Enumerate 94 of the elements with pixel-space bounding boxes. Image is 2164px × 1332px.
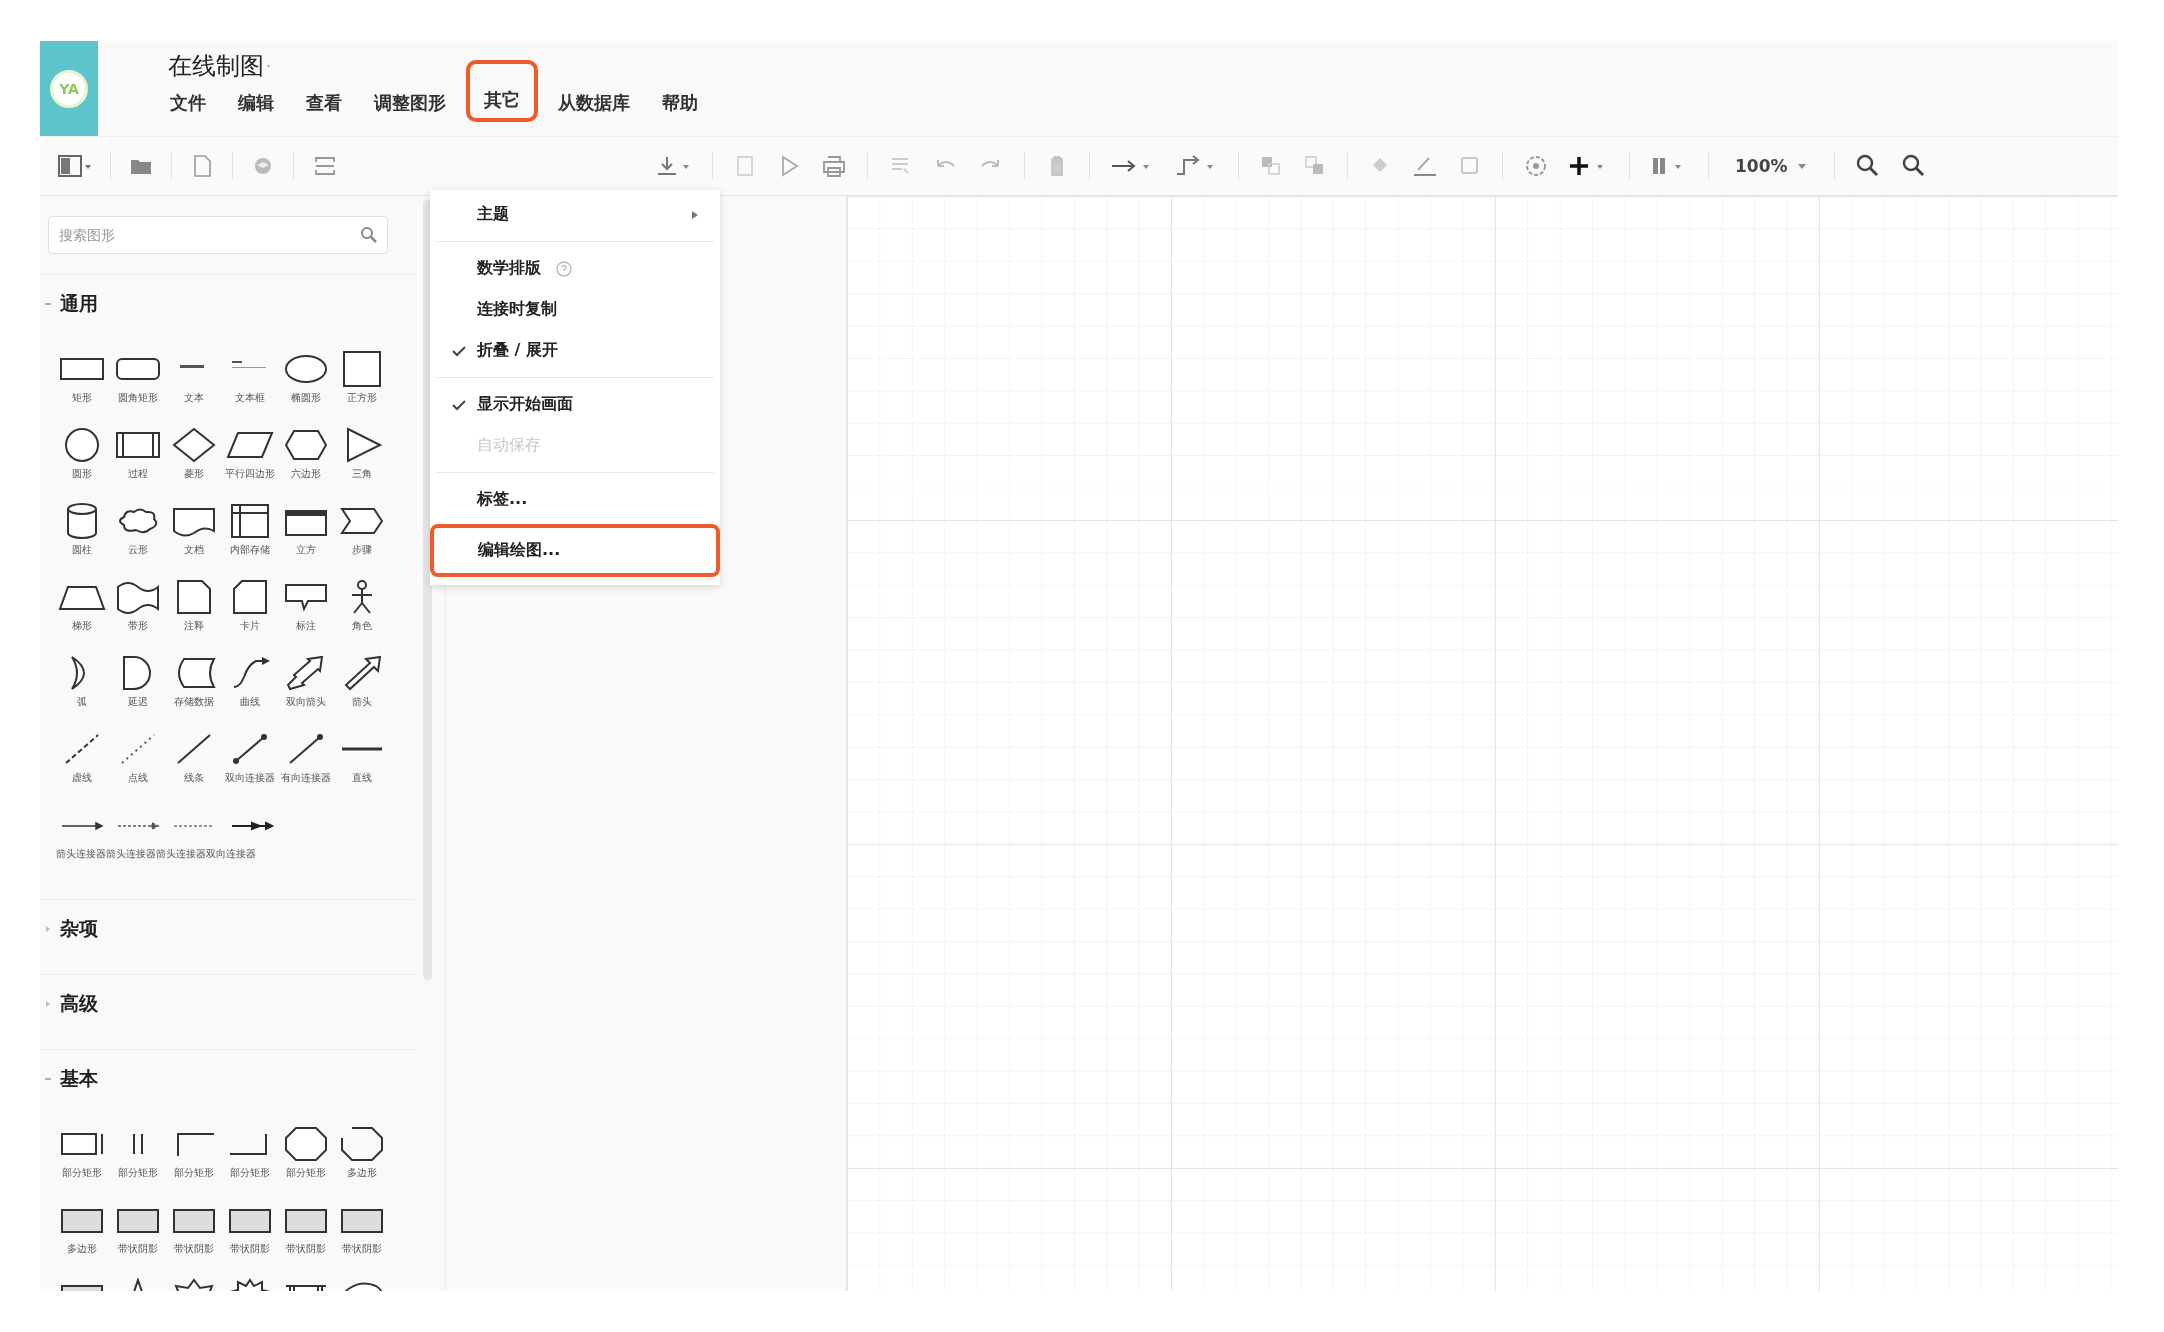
shape-label: 线条 [184, 771, 204, 785]
gear-icon[interactable] [1523, 153, 1549, 179]
menu-option[interactable]: 主题 [430, 194, 720, 235]
shape-label: 弧 [77, 695, 87, 709]
shape-label: 多边形 [347, 1166, 377, 1180]
shape-thumbnail[interactable] [114, 579, 162, 615]
shape-label: 注释 [184, 619, 204, 633]
section-header[interactable]: 基本 [40, 1050, 102, 1104]
shape-label: 带状阴影 [230, 1242, 270, 1256]
shape-thumbnail[interactable] [282, 427, 330, 463]
shape-label: 带状阴影 [342, 1242, 382, 1256]
expand-icon [44, 1000, 52, 1008]
shape-label: 文档 [184, 543, 204, 557]
search-field[interactable]: 搜索图形 [48, 216, 388, 254]
shape-label: 箭头 [352, 695, 372, 709]
shape-label: 文本框 [235, 391, 265, 405]
shape-label: 存储数据 [174, 695, 214, 709]
menu-item[interactable]: 从数据库 [546, 81, 642, 125]
shape-label: 云形 [128, 543, 148, 557]
menu-option[interactable]: 连接时复制 [430, 289, 720, 330]
fit-page-icon[interactable] [312, 154, 338, 178]
shape-label: 带状阴影 [286, 1242, 326, 1256]
download-icon[interactable] [656, 154, 692, 178]
check-icon [451, 398, 467, 411]
menu-option[interactable]: 数学排版 [430, 248, 720, 289]
shape-label: 角色 [352, 619, 372, 633]
shape-label: 点线 [128, 771, 148, 785]
section-header[interactable]: 杂项 [40, 900, 102, 954]
scrollbar[interactable] [423, 200, 432, 980]
shape-thumbnail[interactable] [282, 1126, 330, 1162]
shape-label: 箭头连接器箭头连接器箭头连接器双向连接器 [56, 847, 257, 861]
logo-text: YA [50, 69, 88, 108]
zoom-out-icon[interactable] [1900, 153, 1927, 179]
submenu-arrow-icon [691, 209, 699, 220]
shape-label: 圆形 [72, 467, 92, 481]
menu-item[interactable]: 编辑 [226, 81, 286, 125]
collapse-icon [44, 1075, 52, 1083]
shape-label: 部分矩形 [286, 1166, 326, 1180]
shape-label: 正方形 [347, 391, 377, 405]
shape-label: 矩形 [72, 391, 92, 405]
menu-item[interactable]: 调整图形 [362, 81, 458, 125]
shape-label: 双向箭头 [286, 695, 326, 709]
panel-toggle-icon[interactable] [58, 153, 92, 179]
shape-label: 部分矩形 [62, 1166, 102, 1180]
expand-icon [44, 925, 52, 933]
menu-item[interactable]: 文件 [158, 81, 218, 125]
shape-label: 平行四边形 [225, 467, 275, 481]
shape-label: 多边形 [67, 1242, 97, 1256]
shape-label: 六边形 [291, 467, 321, 481]
menu-item[interactable]: 查看 [294, 81, 354, 125]
shape-thumbnail[interactable] [338, 1126, 386, 1162]
menu-item[interactable]: 帮助 [650, 81, 710, 125]
menu-option[interactable]: 显示开始画面 [430, 384, 720, 425]
shape-label: 梯形 [72, 619, 92, 633]
shape-label: 文本 [184, 391, 204, 405]
shape-label: 三角 [352, 467, 372, 481]
zoom-dropdown[interactable]: 100% [1729, 152, 1814, 180]
shape-label: 带状阴影 [174, 1242, 214, 1256]
shape-label: 部分矩形 [230, 1166, 270, 1180]
caret-icon [1795, 162, 1808, 170]
shape-thumbnail[interactable] [170, 427, 218, 463]
shape-label: 带状阴影 [118, 1242, 158, 1256]
section-header[interactable]: 高级 [40, 975, 102, 1029]
shape-label: 立方 [296, 543, 316, 557]
shape-label: 曲线 [240, 695, 260, 709]
collapse-icon [44, 300, 52, 308]
section-header[interactable]: 通用 [40, 275, 102, 329]
menu-option[interactable]: 折叠 / 展开 [430, 330, 720, 371]
menu-option[interactable]: 编辑绘图... [430, 524, 720, 577]
document-title[interactable]: 在线制图 [168, 50, 264, 82]
shape-label: 虚线 [72, 771, 92, 785]
shape-label: 过程 [128, 467, 148, 481]
menu-option[interactable]: 标签... [430, 479, 720, 520]
shape-label: 标注 [296, 619, 316, 633]
shape-label: 菱形 [184, 467, 204, 481]
check-icon [451, 344, 467, 357]
print-icon[interactable] [821, 154, 847, 178]
shape-label: 直线 [352, 771, 372, 785]
shape-label: 步骤 [352, 543, 372, 557]
menu-item[interactable]: 其它 [466, 60, 538, 122]
shape-label: 椭圆形 [291, 391, 321, 405]
shape-label: 部分矩形 [174, 1166, 214, 1180]
search-icon[interactable] [360, 226, 378, 244]
zoom-in-icon[interactable] [1854, 153, 1881, 179]
shape-label: 部分矩形 [118, 1166, 158, 1180]
shape-label: 双向连接器 [225, 771, 275, 785]
shape-label: 圆角矩形 [118, 391, 158, 405]
shape-label: 圆柱 [72, 543, 92, 557]
shape-label: 卡片 [240, 619, 260, 633]
unsaved-mark: · [266, 56, 272, 76]
shape-label: 延迟 [128, 695, 148, 709]
shape-label: 带形 [128, 619, 148, 633]
shape-label: 内部存储 [230, 543, 270, 557]
shape-label: 有向连接器 [281, 771, 331, 785]
